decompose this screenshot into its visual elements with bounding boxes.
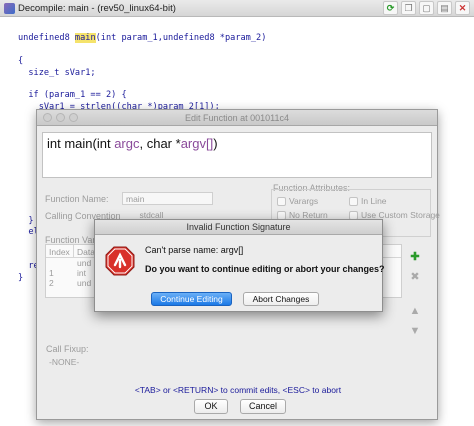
highlighted-function-name: main — [74, 33, 96, 44]
signature-prefix: int main(int — [47, 136, 115, 151]
window-controls — [43, 113, 78, 122]
checkbox-icon — [349, 196, 358, 206]
close-window-icon[interactable] — [43, 113, 52, 122]
signature-mid: , char * — [139, 136, 181, 151]
call-fixup-label: Call Fixup: — [46, 344, 89, 354]
checkbox-icon — [277, 196, 286, 206]
decompile-window-icon — [4, 2, 15, 14]
code-line[interactable] — [18, 45, 474, 56]
row-index — [46, 258, 74, 268]
minimize-window-icon[interactable] — [56, 113, 65, 122]
commit-hint: <TAB> or <RETURN> to commit edits, <ESC>… — [134, 385, 342, 395]
varargs-label: Varargs — [289, 196, 319, 206]
delete-variable-icon[interactable]: ✖ — [408, 270, 422, 284]
row-datatype: und — [77, 278, 92, 288]
ok-button[interactable]: OK — [194, 399, 228, 414]
code-line[interactable]: if (param_1 == 2) { — [18, 90, 474, 101]
call-fixup-select[interactable]: -NONE- — [46, 356, 106, 369]
zoom-window-icon[interactable] — [69, 113, 78, 122]
add-variable-icon[interactable]: ✚ — [408, 250, 422, 264]
alert-question: Do you want to continue editing or abort… — [145, 264, 385, 274]
signature-editor[interactable]: int main(int argc, char *argv[]) — [42, 132, 432, 178]
varargs-checkbox[interactable]: Varargs — [277, 196, 318, 206]
cancel-button[interactable]: Cancel — [240, 399, 286, 414]
snapshot-icon[interactable]: ▢ — [419, 1, 434, 15]
decompile-title: Decompile: main - (rev50_linux64-bit) — [18, 2, 176, 14]
signature-param-argc: argc — [114, 136, 140, 151]
error-stop-icon — [105, 246, 135, 276]
alert-message: Can't parse name: argv[] — [145, 245, 244, 255]
row-index: 2 — [49, 278, 54, 288]
variables-side-buttons: ✚ ✖ ▲ ▼ — [408, 250, 422, 338]
decompile-toolbar: ⟳ ❐ ▢ ▤ ✕ — [383, 1, 470, 15]
abort-changes-button[interactable]: Abort Changes — [243, 292, 319, 306]
code-line[interactable]: { — [18, 56, 474, 67]
alert-title: Invalid Function Signature — [95, 220, 382, 235]
inline-checkbox[interactable]: In Line — [349, 196, 387, 206]
signature-suffix: ) — [213, 136, 218, 151]
function-name-field[interactable]: main — [122, 192, 213, 205]
copy-icon[interactable]: ❐ — [401, 1, 416, 15]
signature-param-argv: argv[] — [180, 136, 214, 151]
export-icon[interactable]: ▤ — [437, 1, 452, 15]
column-header-index[interactable]: Index — [46, 245, 74, 257]
move-up-icon[interactable]: ▲ — [408, 304, 422, 318]
refresh-icon[interactable]: ⟳ — [383, 1, 398, 15]
row-datatype: int — [77, 268, 86, 278]
invalid-signature-alert: Invalid Function Signature Can't parse n… — [94, 219, 385, 312]
code-line[interactable]: undefined8 main(int param_1,undefined8 *… — [18, 33, 474, 44]
edit-function-title: Edit Function at 001011c4 — [185, 112, 289, 123]
code-line[interactable] — [18, 79, 474, 90]
code-line[interactable]: size_t sVar1; — [18, 68, 474, 79]
row-datatype: und — [77, 258, 92, 268]
close-icon[interactable]: ✕ — [455, 1, 470, 15]
edit-function-titlebar: Edit Function at 001011c4 — [37, 110, 437, 126]
move-down-icon[interactable]: ▼ — [408, 324, 422, 338]
code-line[interactable] — [18, 22, 474, 33]
continue-editing-button[interactable]: Continue Editing — [151, 292, 232, 306]
decompile-titlebar: Decompile: main - (rev50_linux64-bit) ⟳ … — [0, 0, 474, 17]
inline-label: In Line — [361, 196, 387, 206]
function-name-label: Function Name: — [45, 194, 109, 204]
row-index: 1 — [49, 268, 54, 278]
